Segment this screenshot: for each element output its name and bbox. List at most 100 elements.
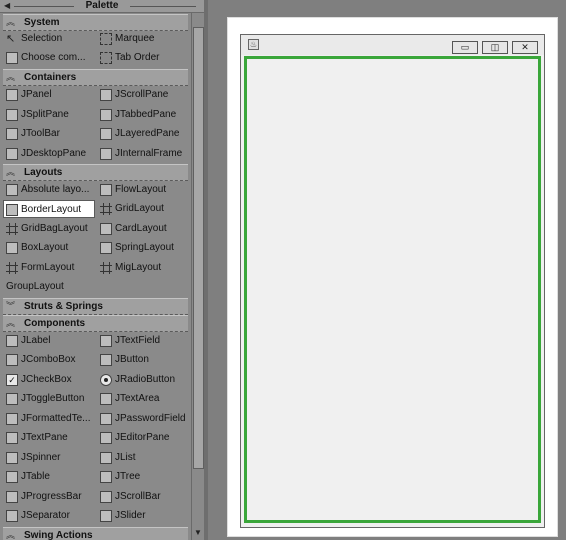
flowlayout-icon <box>100 184 112 196</box>
palette-scrollbar[interactable]: ▼ <box>191 13 204 540</box>
palette-item-absolute-layout[interactable]: Absolute layo... <box>6 181 94 199</box>
palette-item-choose-component[interactable]: Choose com... <box>6 49 94 67</box>
slider-icon <box>100 510 112 522</box>
list-icon <box>100 452 112 464</box>
palette-item-jslider[interactable]: JSlider <box>100 507 188 525</box>
category-struts-springs[interactable]: ︾ Struts & Springs <box>3 298 188 315</box>
palette-item-jcheckbox[interactable]: ✓ JCheckBox <box>6 371 94 389</box>
palette-item-jspinner[interactable]: JSpinner <box>6 449 94 467</box>
palette-item-cardlayout[interactable]: CardLayout <box>100 220 188 238</box>
category-containers[interactable]: ︽ Containers <box>3 69 188 86</box>
header-rule-right <box>130 6 196 7</box>
category-label: Containers <box>24 72 77 83</box>
palette-item-jradiobutton[interactable]: JRadioButton <box>100 371 188 389</box>
jframe-preview[interactable]: ♨ ▭ ◫ ✕ <box>240 34 545 528</box>
palette-item-borderlayout[interactable]: BorderLayout <box>3 200 95 218</box>
palette-item-jinternalframe[interactable]: JInternalFrame <box>100 145 188 163</box>
textfield-icon <box>100 335 112 347</box>
palette-item-flowlayout[interactable]: FlowLayout <box>100 181 188 199</box>
scroll-down-icon[interactable]: ▼ <box>193 528 203 538</box>
chevron-down-icon: ︾ <box>6 301 16 311</box>
palette-item-springlayout[interactable]: SpringLayout <box>100 239 188 257</box>
palette-item-gridlayout[interactable]: GridLayout <box>100 200 188 218</box>
cursor-arrow-icon: ↖ <box>6 33 16 45</box>
editorpane-icon <box>100 432 112 444</box>
palette-item-jlabel[interactable]: JLabel <box>6 332 94 350</box>
palette-item-jtextarea[interactable]: JTextArea <box>100 390 188 408</box>
palette-item-jprogressbar[interactable]: JProgressBar <box>6 488 94 506</box>
design-canvas: ♨ ▭ ◫ ✕ <box>208 0 566 540</box>
palette-item-jdesktoppane[interactable]: JDesktopPane <box>6 145 94 163</box>
content-pane[interactable] <box>244 56 541 523</box>
togglebutton-icon <box>6 393 18 405</box>
toolbar-icon <box>6 128 18 140</box>
java-cup-icon: ♨ <box>248 39 259 50</box>
springlayout-icon <box>100 242 112 254</box>
chevron-up-icon: ︽ <box>6 167 16 177</box>
absolute-layout-icon <box>6 184 18 196</box>
borderlayout-icon <box>6 204 18 216</box>
canvas-surface: ♨ ▭ ◫ ✕ <box>227 17 558 537</box>
boxlayout-icon <box>6 242 18 254</box>
minimize-button[interactable]: ▭ <box>452 41 478 54</box>
palette-item-jtabbedpane[interactable]: JTabbedPane <box>100 106 188 124</box>
palette-item-jformattedtextfield[interactable]: JFormattedTe... <box>6 410 94 428</box>
palette-item-selection[interactable]: ↖ Selection <box>6 30 94 48</box>
radio-icon <box>100 374 112 386</box>
palette-item-jtree[interactable]: JTree <box>100 468 188 486</box>
miglayout-icon <box>100 262 112 274</box>
progressbar-icon <box>6 491 18 503</box>
tab-order-icon <box>100 52 112 64</box>
palette-item-jtogglebutton[interactable]: JToggleButton <box>6 390 94 408</box>
palette-item-jlist[interactable]: JList <box>100 449 188 467</box>
category-label: Components <box>24 318 86 329</box>
tree-icon <box>100 471 112 483</box>
palette-item-tab-order[interactable]: Tab Order <box>100 49 188 67</box>
scrollbar-thumb[interactable] <box>193 27 204 469</box>
internalframe-icon <box>100 148 112 160</box>
palette-item-boxlayout[interactable]: BoxLayout <box>6 239 94 257</box>
maximize-button[interactable]: ◫ <box>482 41 508 54</box>
palette-item-jlayeredpane[interactable]: JLayeredPane <box>100 125 188 143</box>
palette-list: ︽ System ↖ Selection Marquee Choose com.… <box>0 13 190 540</box>
spinner-icon <box>6 452 18 464</box>
cardlayout-icon <box>100 223 112 235</box>
palette-item-jcombobox[interactable]: JComboBox <box>6 351 94 369</box>
palette-item-jpanel[interactable]: JPanel <box>6 86 94 104</box>
label-icon <box>6 335 18 347</box>
palette-item-jtable[interactable]: JTable <box>6 468 94 486</box>
palette-item-jpasswordfield[interactable]: JPasswordField <box>100 410 188 428</box>
textpane-icon <box>6 432 18 444</box>
palette-header: ◀ Palette <box>0 0 204 13</box>
category-swing-actions[interactable]: ︽ Swing Actions <box>3 527 188 540</box>
palette-item-jseparator[interactable]: JSeparator <box>6 507 94 525</box>
palette-item-gridbaglayout[interactable]: GridBagLayout <box>6 220 94 238</box>
palette-item-jscrollbar[interactable]: JScrollBar <box>100 488 188 506</box>
category-components[interactable]: ︽ Components <box>3 315 188 332</box>
palette-item-formlayout[interactable]: FormLayout <box>6 259 94 277</box>
palette-item-jtextpane[interactable]: JTextPane <box>6 429 94 447</box>
palette-item-jsplitpane[interactable]: JSplitPane <box>6 106 94 124</box>
palette-item-jscrollpane[interactable]: JScrollPane <box>100 86 188 104</box>
category-label: Struts & Springs <box>24 301 103 312</box>
palette-item-miglayout[interactable]: MigLayout <box>100 259 188 277</box>
chevron-up-icon: ︽ <box>6 17 16 27</box>
formlayout-icon <box>6 262 18 274</box>
palette-item-jeditorpane[interactable]: JEditorPane <box>100 429 188 447</box>
table-icon <box>6 471 18 483</box>
choose-component-icon <box>6 52 18 64</box>
close-button[interactable]: ✕ <box>512 41 538 54</box>
category-layouts[interactable]: ︽ Layouts <box>3 164 188 181</box>
palette-item-grouplayout[interactable]: GroupLayout <box>6 278 94 296</box>
palette-item-jtoolbar[interactable]: JToolBar <box>6 125 94 143</box>
category-label: Layouts <box>24 167 63 178</box>
palette-panel: ◀ Palette ︽ System ↖ Selection Marquee C… <box>0 0 204 540</box>
scrollpane-icon <box>100 89 112 101</box>
category-system[interactable]: ︽ System <box>3 14 188 31</box>
formattedtextfield-icon <box>6 413 18 425</box>
palette-item-jtextfield[interactable]: JTextField <box>100 332 188 350</box>
palette-item-marquee[interactable]: Marquee <box>100 30 188 48</box>
frame-title-bar[interactable]: ♨ ▭ ◫ ✕ <box>241 35 544 55</box>
tabbedpane-icon <box>100 109 112 121</box>
palette-item-jbutton[interactable]: JButton <box>100 351 188 369</box>
